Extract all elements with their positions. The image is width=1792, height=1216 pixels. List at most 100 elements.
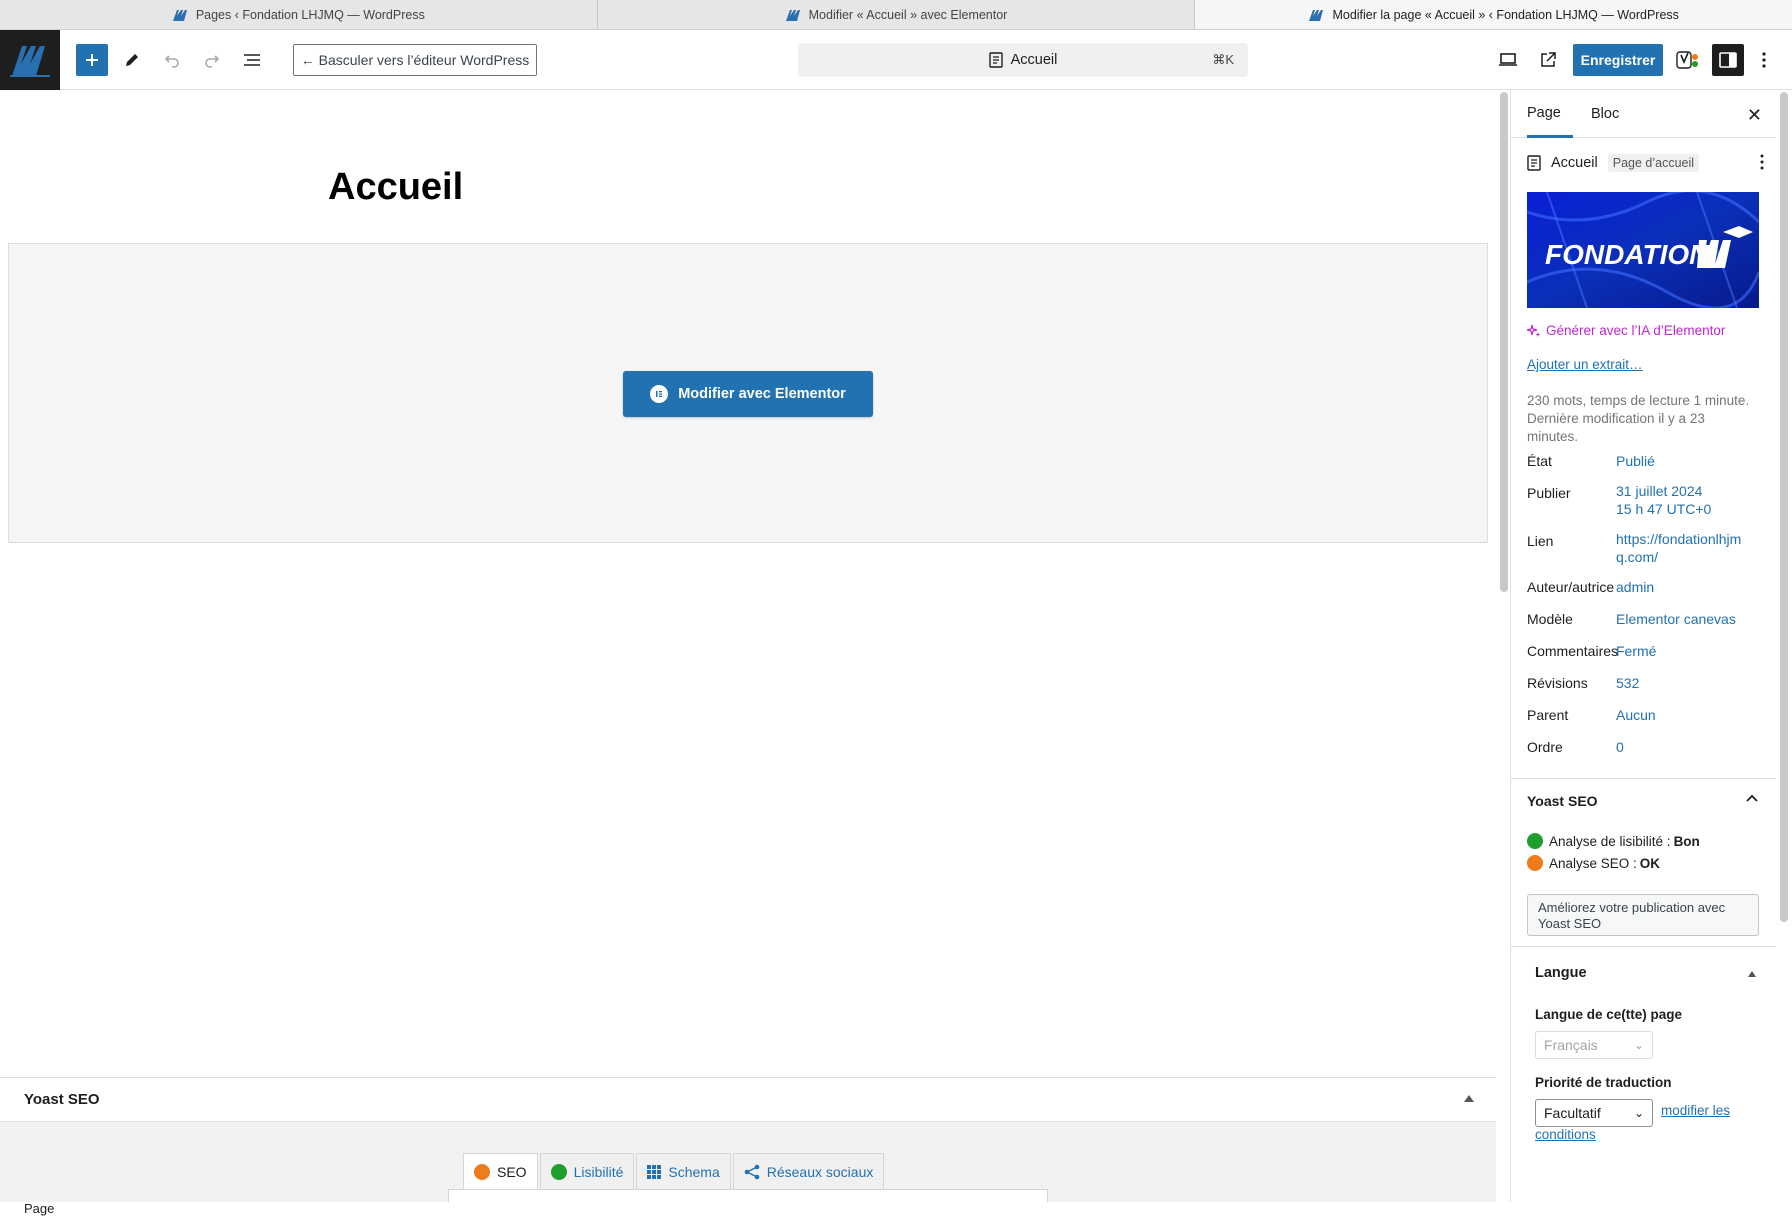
property-label: Ordre <box>1527 739 1563 755</box>
property-value[interactable]: https://fondationlhjm q.com/ <box>1616 530 1756 566</box>
word-count-text: 230 mots, temps de lecture 1 minute. <box>1527 393 1750 408</box>
browser-tab[interactable]: Pages ‹ Fondation LHJMQ — WordPress <box>0 0 598 29</box>
view-page-button[interactable] <box>1532 44 1564 76</box>
property-value-line: Aucun <box>1616 707 1656 723</box>
property-row: Révisions 532 <box>1527 674 1756 692</box>
property-row: Publier 31 juillet 2024 15 h 47 UTC+0 <box>1527 482 1756 518</box>
tab-page[interactable]: Page <box>1527 90 1573 138</box>
yoast-panel-title: Yoast SEO <box>1527 793 1598 809</box>
property-row: État Publié <box>1527 452 1756 470</box>
browser-tab-title: Modifier « Accueil » avec Elementor <box>808 7 1008 22</box>
property-value-line: https://fondationlhjm <box>1616 531 1742 547</box>
add-excerpt-link[interactable]: Ajouter un extrait… <box>1527 357 1643 372</box>
property-label: Révisions <box>1527 675 1588 691</box>
switch-to-wp-editor-button[interactable]: ← Basculer vers l’éditeur WordPress <box>293 44 537 76</box>
external-link-icon <box>1541 52 1556 67</box>
yoast-metabox-header[interactable]: Yoast SEO <box>0 1078 1496 1122</box>
property-value-line: 15 h 47 UTC+0 <box>1616 501 1712 517</box>
language-select[interactable]: Français ⌄ <box>1535 1031 1653 1059</box>
edit-with-elementor-button[interactable]: Modifier avec Elementor <box>623 371 873 417</box>
property-value[interactable]: 532 <box>1616 674 1756 692</box>
property-value[interactable]: Publié <box>1616 452 1756 470</box>
desktop-icon <box>1499 53 1517 66</box>
featured-image[interactable]: FONDATION <box>1527 192 1759 308</box>
property-row: Commentaires Fermé <box>1527 642 1756 660</box>
redo-button[interactable] <box>196 44 228 76</box>
collapse-caret-icon[interactable] <box>1464 1095 1474 1102</box>
browser-tabbar: Pages ‹ Fondation LHJMQ — WordPress Modi… <box>0 0 1792 30</box>
site-favicon-icon <box>785 9 800 21</box>
plus-icon <box>86 54 98 66</box>
more-vertical-icon <box>1760 154 1764 170</box>
shortcut-hint: ⌘K <box>1212 52 1234 67</box>
tools-button[interactable] <box>116 44 148 76</box>
settings-sidebar-toggle[interactable] <box>1712 44 1744 76</box>
property-value-line: 0 <box>1616 739 1624 755</box>
collapse-chevron-icon[interactable] <box>1746 791 1758 808</box>
page-actions-button[interactable] <box>1760 154 1764 174</box>
generate-ai-label: Générer avec l’IA d’Elementor <box>1546 323 1726 338</box>
document-overview-button[interactable] <box>236 44 268 76</box>
yoast-button[interactable] <box>1672 44 1704 76</box>
property-value-line: 532 <box>1616 675 1640 691</box>
property-row: Auteur/autrice admin <box>1527 578 1756 596</box>
svg-text:FONDATION: FONDATION <box>1545 239 1710 270</box>
browser-tab[interactable]: Modifier « Accueil » avec Elementor <box>598 0 1196 29</box>
property-value[interactable]: admin <box>1616 578 1756 596</box>
settings-sidebar: Page Bloc ✕ Accueil Page d’accueil FONDA… <box>1510 90 1776 1202</box>
edit-conditions-link-cont[interactable]: conditions <box>1535 1127 1596 1142</box>
tab-label: Lisibilité <box>573 1163 624 1180</box>
elementor-icon <box>650 385 669 403</box>
tab-schema[interactable]: Schema <box>636 1153 731 1189</box>
options-menu-button[interactable] <box>1752 44 1776 76</box>
property-value[interactable]: Elementor canevas <box>1616 610 1756 628</box>
seo-value: OK <box>1639 855 1661 871</box>
list-view-icon <box>244 54 260 66</box>
site-logo-button[interactable] <box>0 30 60 90</box>
save-button[interactable]: Enregistrer <box>1573 44 1663 76</box>
status-bar <box>0 1202 1792 1216</box>
collapse-caret-icon[interactable] <box>1748 971 1756 977</box>
site-logo-icon <box>10 46 50 77</box>
add-block-button[interactable] <box>76 44 108 76</box>
improve-with-yoast-button[interactable]: Améliorez votre publication avec Yoast S… <box>1527 894 1759 936</box>
property-label: Lien <box>1527 533 1554 549</box>
edit-conditions-link[interactable]: modifier les <box>1661 1103 1730 1118</box>
pencil-icon <box>126 54 138 66</box>
sidebar-scrollbar[interactable] <box>1780 92 1788 922</box>
canvas-scrollbar[interactable] <box>1500 92 1508 592</box>
property-label: Publier <box>1527 485 1571 501</box>
property-row: Ordre 0 <box>1527 738 1756 756</box>
undo-button[interactable] <box>156 44 188 76</box>
page-title[interactable]: Accueil <box>328 166 463 209</box>
property-value-line: Fermé <box>1616 643 1657 659</box>
property-value[interactable]: Aucun <box>1616 706 1756 724</box>
property-row: Lien https://fondationlhjm q.com/ <box>1527 530 1756 566</box>
property-value-line: 31 juillet 2024 <box>1616 483 1703 499</box>
redo-icon <box>205 55 220 68</box>
priority-select[interactable]: Facultatif ⌄ <box>1535 1099 1653 1127</box>
editor-header: ← Basculer vers l’éditeur WordPress Accu… <box>0 30 1792 90</box>
readability-value: Bon <box>1673 833 1700 849</box>
tab-seo[interactable]: SEO <box>463 1153 538 1189</box>
priority-label: Priorité de traduction <box>1535 1075 1672 1090</box>
tab-block[interactable]: Bloc <box>1591 90 1619 138</box>
priority-value: Facultatif <box>1544 1105 1601 1121</box>
preview-device-button[interactable] <box>1492 44 1524 76</box>
browser-tab-title: Modifier la page « Accueil » ‹ Fondation… <box>1332 7 1679 22</box>
command-palette-bar[interactable]: Accueil ⌘K <box>798 43 1248 77</box>
more-vertical-icon <box>1762 52 1766 68</box>
tab-social[interactable]: Réseaux sociaux <box>732 1153 885 1189</box>
property-value[interactable]: 0 <box>1616 738 1756 756</box>
tab-readability[interactable]: Lisibilité <box>539 1153 635 1189</box>
property-label: Auteur/autrice <box>1527 579 1615 595</box>
breadcrumb[interactable]: Page <box>24 1201 54 1216</box>
browser-tab-active[interactable]: Modifier la page « Accueil » ‹ Fondation… <box>1195 0 1792 29</box>
property-value[interactable]: 31 juillet 2024 15 h 47 UTC+0 <box>1616 482 1756 518</box>
yoast-icon <box>1676 51 1698 69</box>
close-icon[interactable]: ✕ <box>1747 105 1762 126</box>
page-card-header: Accueil Page d’accueil <box>1527 154 1700 172</box>
property-row: Modèle Elementor canevas <box>1527 610 1756 628</box>
property-value[interactable]: Fermé <box>1616 642 1756 660</box>
generate-ai-button[interactable]: Générer avec l’IA d’Elementor <box>1527 323 1725 338</box>
